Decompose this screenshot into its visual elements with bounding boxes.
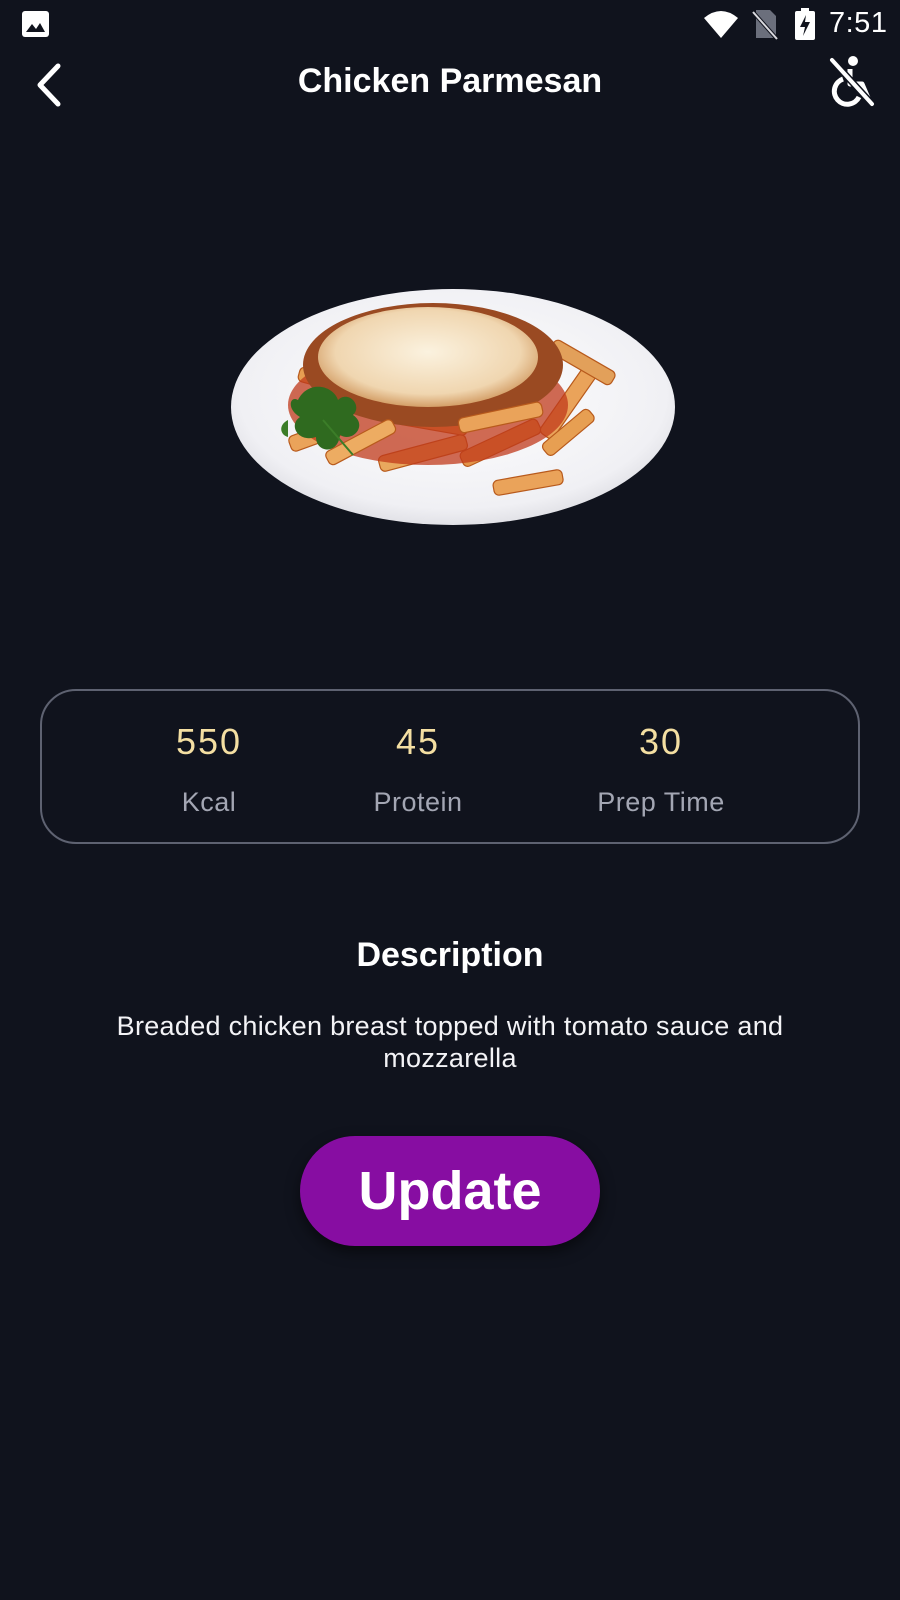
no-sim-icon bbox=[752, 10, 778, 40]
stat-label: Protein bbox=[373, 787, 463, 817]
dish-image bbox=[231, 289, 675, 525]
update-button[interactable]: Update bbox=[300, 1136, 600, 1246]
description-heading: Description bbox=[356, 936, 544, 974]
page-title: Chicken Parmesan bbox=[297, 62, 603, 100]
accessibility-toggle-button[interactable] bbox=[826, 54, 876, 108]
stat-label: Prep Time bbox=[597, 787, 725, 817]
accessibility-off-icon bbox=[829, 56, 875, 107]
status-bar: 7:51 bbox=[0, 0, 900, 50]
description-text: Breaded chicken breast topped with tomat… bbox=[116, 1011, 784, 1073]
battery-charging-icon bbox=[795, 8, 815, 40]
stat-value: 45 bbox=[395, 721, 441, 762]
status-time: 7:51 bbox=[829, 7, 888, 39]
nutrition-stats-card: 550 Kcal 45 Protein 30 Prep Time bbox=[40, 689, 860, 844]
stat-value: 550 bbox=[175, 721, 243, 762]
wifi-icon bbox=[704, 11, 738, 38]
gallery-icon bbox=[22, 11, 49, 37]
stat-value: 30 bbox=[638, 721, 684, 762]
stat-label: Kcal bbox=[181, 787, 237, 817]
app-bar: Chicken Parmesan bbox=[0, 50, 900, 120]
